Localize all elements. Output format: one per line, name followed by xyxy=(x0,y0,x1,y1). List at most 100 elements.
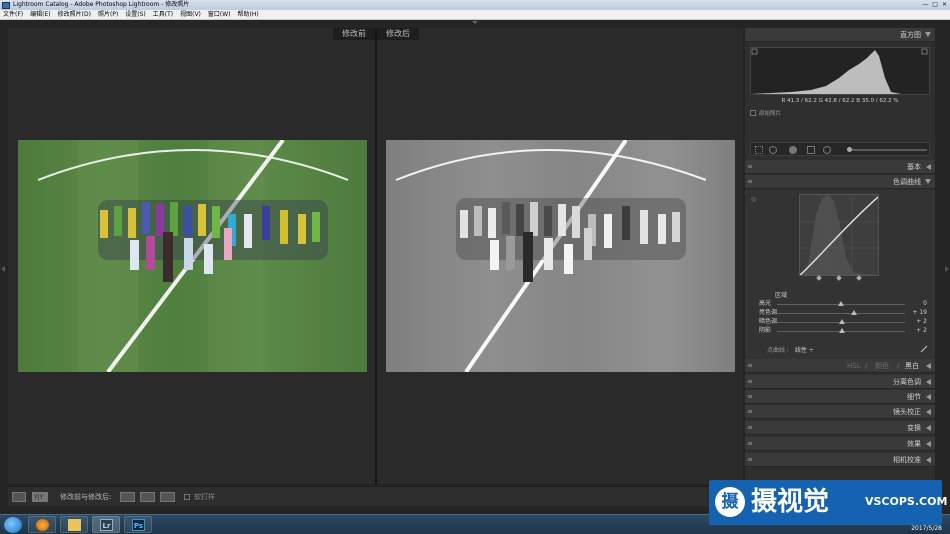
lightroom-window: Lightroom Catalog - Adobe Photoshop Ligh… xyxy=(0,0,950,534)
slider-knob[interactable] xyxy=(838,301,844,306)
tab-hsl[interactable]: HSL xyxy=(847,359,861,373)
section-title: 变换 xyxy=(907,424,921,432)
slider-knob[interactable] xyxy=(839,328,846,333)
minimize-button[interactable]: — xyxy=(922,1,928,9)
split-toning-header[interactable]: 分离色调 xyxy=(745,375,935,389)
menu-tools[interactable]: 工具(T) xyxy=(153,10,173,20)
left-panel-toggle-icon[interactable] xyxy=(1,266,5,272)
taskbar-date[interactable]: 2017/5/28 xyxy=(911,525,942,532)
after-pane[interactable]: 修改后 xyxy=(377,28,743,484)
slider-knob[interactable] xyxy=(839,319,846,324)
tab-black-white[interactable]: 黑白 xyxy=(905,359,919,373)
slider-darks[interactable]: 暗色调 + 2 xyxy=(745,318,935,326)
before-photo-scene xyxy=(18,140,367,372)
top-panel-toggle-icon[interactable] xyxy=(472,21,478,24)
start-button[interactable] xyxy=(4,517,22,533)
tab-color[interactable]: 颜色 xyxy=(875,359,889,373)
maximize-button[interactable]: □ xyxy=(932,1,938,9)
watermark-chinese-text: 摄视觉 xyxy=(751,487,830,517)
menu-photo[interactable]: 照片(P) xyxy=(98,10,118,20)
menu-develop[interactable]: 修改照片(D) xyxy=(58,10,91,20)
tab-separator: / xyxy=(865,362,868,370)
adjustment-brush-knob[interactable] xyxy=(847,147,852,152)
slider-label: 暗色调 xyxy=(759,318,778,325)
menu-edit[interactable]: 编辑(E) xyxy=(30,10,50,20)
basic-header[interactable]: 基本 xyxy=(745,160,935,174)
slider-shadows[interactable]: 阴影 + 2 xyxy=(745,327,935,335)
slider-knob[interactable] xyxy=(850,310,857,315)
point-curve-selector[interactable]: 点曲线 : 线性 ÷ xyxy=(767,345,814,354)
expand-triangle-icon xyxy=(926,457,931,463)
taskbar-browser[interactable] xyxy=(28,516,56,533)
soft-proof-checkbox[interactable] xyxy=(184,494,190,500)
slider-value[interactable]: + 2 xyxy=(916,327,927,335)
tone-curve-header[interactable]: 色调曲线 xyxy=(745,175,935,189)
window-title: Lightroom Catalog - Adobe Photoshop Ligh… xyxy=(13,1,190,8)
point-curve-label: 点曲线 : xyxy=(767,347,789,354)
region-label: 区域 xyxy=(775,292,788,299)
slider-highlights[interactable]: 高光 0 xyxy=(745,300,935,308)
detail-header[interactable]: 细节 xyxy=(745,390,935,404)
menu-window[interactable]: 窗口(W) xyxy=(208,10,231,20)
spot-removal-icon[interactable] xyxy=(769,146,777,154)
camera-calibration-header[interactable]: 相机校准 xyxy=(745,453,935,467)
close-button[interactable]: ✕ xyxy=(942,1,947,9)
lightroom-icon: Lr xyxy=(100,519,113,531)
folder-icon xyxy=(68,519,81,531)
copy-after-to-before-button[interactable] xyxy=(140,492,155,502)
panel-switch-icon xyxy=(748,426,752,429)
crop-icon[interactable] xyxy=(755,146,763,154)
before-after-mode-button[interactable]: Y|Y xyxy=(32,492,48,502)
menu-help[interactable]: 帮助(H) xyxy=(238,10,259,20)
panel-switch-icon xyxy=(748,165,752,168)
panel-switch-icon xyxy=(748,364,752,367)
taskbar-lightroom[interactable]: Lr xyxy=(92,516,120,533)
original-photo-checkbox[interactable] xyxy=(750,110,756,116)
before-photo xyxy=(18,140,367,372)
menu-settings[interactable]: 设置(S) xyxy=(125,10,146,20)
before-after-viewer: 修改前 修改后 xyxy=(8,28,743,484)
effects-header[interactable]: 效果 xyxy=(745,437,935,451)
tone-curve-graph[interactable] xyxy=(799,194,879,276)
slider-label: 亮色调 xyxy=(759,309,778,316)
expand-triangle-icon xyxy=(926,425,931,431)
transform-header[interactable]: 变换 xyxy=(745,421,935,435)
histogram[interactable] xyxy=(750,47,930,95)
loupe-view-button[interactable] xyxy=(12,492,26,502)
edit-point-curve-icon[interactable] xyxy=(920,345,928,353)
point-curve-value[interactable]: 线性 ÷ xyxy=(795,347,814,354)
original-photo-option[interactable]: 原始照片 xyxy=(750,109,781,117)
tone-curve-title: 色调曲线 xyxy=(893,178,921,186)
watermark-english-text: VSCOPS.COM xyxy=(865,495,948,508)
after-photo xyxy=(386,140,735,372)
menu-file[interactable]: 文件(F) xyxy=(3,10,23,20)
taskbar-explorer[interactable] xyxy=(60,516,88,533)
browser-icon xyxy=(36,519,49,531)
red-eye-icon[interactable] xyxy=(789,146,797,154)
hsl-color-bw-header: HSL / 颜色 / 黑白 xyxy=(745,359,935,373)
slider-value[interactable]: + 2 xyxy=(916,318,927,326)
taskbar-photoshop[interactable]: Ps xyxy=(124,516,152,533)
graduated-filter-icon[interactable] xyxy=(807,146,815,154)
section-title: 分离色调 xyxy=(893,378,921,386)
adjustment-brush-slider[interactable] xyxy=(849,149,927,151)
before-label: 修改前 xyxy=(333,28,375,40)
slider-lights[interactable]: 亮色调 + 19 xyxy=(745,309,935,317)
lens-corrections-header[interactable]: 镜头校正 xyxy=(745,405,935,419)
panel-switch-icon xyxy=(748,458,752,461)
swap-before-after-button[interactable] xyxy=(160,492,175,502)
copy-before-to-after-button[interactable] xyxy=(120,492,135,502)
radial-filter-icon[interactable] xyxy=(823,146,831,154)
right-panel-toggle-icon[interactable] xyxy=(945,266,949,272)
basic-title: 基本 xyxy=(907,163,921,171)
menu-view[interactable]: 视图(V) xyxy=(180,10,201,20)
slider-value[interactable]: + 19 xyxy=(912,309,927,317)
histogram-header[interactable]: 直方图 xyxy=(745,28,935,42)
develop-tool-strip xyxy=(750,142,930,156)
title-bar: Lightroom Catalog - Adobe Photoshop Ligh… xyxy=(0,0,950,10)
target-adjust-icon[interactable]: ◎ xyxy=(751,196,756,203)
before-pane[interactable]: 修改前 xyxy=(8,28,375,484)
slider-track[interactable] xyxy=(777,313,905,314)
slider-value[interactable]: 0 xyxy=(923,300,927,308)
window-controls: — □ ✕ xyxy=(922,1,947,9)
